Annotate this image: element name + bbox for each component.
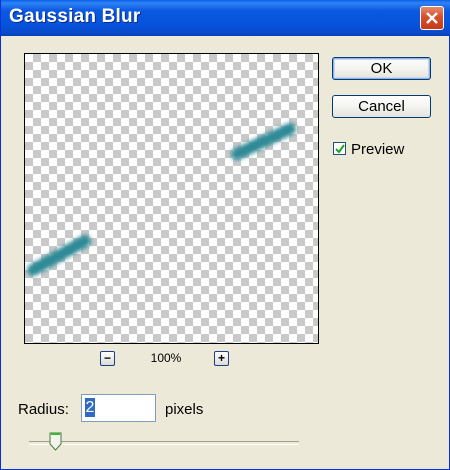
upper-stroke [231, 123, 296, 160]
dialog-title: Gaussian Blur [9, 6, 141, 27]
plus-icon: + [217, 351, 225, 365]
radius-label: Radius: [18, 401, 69, 418]
preview-label[interactable]: Preview [351, 141, 404, 158]
pixels-unit-label: pixels [165, 401, 204, 418]
close-button[interactable] [420, 6, 444, 30]
close-icon [426, 12, 438, 24]
zoom-in-button[interactable]: + [214, 351, 229, 366]
zoom-out-button[interactable]: − [100, 351, 115, 366]
radius-slider-track[interactable] [29, 441, 299, 445]
radius-slider-thumb[interactable] [49, 432, 62, 452]
radius-value: 2 [85, 398, 95, 417]
cancel-button[interactable]: Cancel [332, 95, 431, 118]
preview-checkbox[interactable] [333, 142, 346, 155]
preview-canvas[interactable] [24, 53, 319, 344]
checkmark-icon [335, 144, 345, 154]
title-bar[interactable]: Gaussian Blur [1, 0, 450, 36]
blurred-strokes [27, 123, 296, 276]
ok-button[interactable]: OK [332, 57, 431, 80]
zoom-level: 100% [150, 351, 182, 365]
gaussian-blur-dialog: Gaussian Blur − 100% + OK Cancel Preview… [0, 0, 450, 470]
lower-stroke [27, 235, 91, 276]
minus-icon: − [103, 351, 111, 365]
